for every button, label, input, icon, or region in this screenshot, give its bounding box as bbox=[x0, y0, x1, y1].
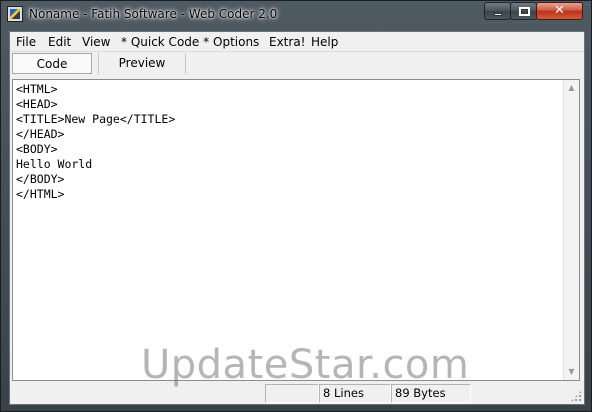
code-line: <HEAD> bbox=[16, 97, 58, 111]
menu-options[interactable]: Options bbox=[213, 34, 259, 50]
menu-file[interactable]: File bbox=[16, 34, 36, 50]
code-line: </BODY> bbox=[16, 172, 65, 186]
code-line: </HEAD> bbox=[16, 127, 65, 141]
code-text[interactable]: <HTML> <HEAD> <TITLE>New Page</TITLE> </HEA… bbox=[16, 82, 175, 202]
maximize-icon bbox=[519, 7, 530, 16]
code-line: Hello World bbox=[16, 157, 93, 171]
tab-code[interactable]: Code bbox=[12, 53, 92, 74]
app-icon[interactable] bbox=[7, 6, 23, 22]
code-line: </HTML> bbox=[16, 187, 65, 201]
minimize-button[interactable] bbox=[484, 2, 511, 20]
menu-extra[interactable]: Extra! bbox=[269, 34, 306, 50]
title-bar[interactable]: Noname - Fatih Software - Web Coder 2.0 … bbox=[1, 1, 591, 31]
close-icon: ✕ bbox=[554, 3, 565, 18]
maximize-button[interactable] bbox=[510, 2, 537, 20]
vertical-scrollbar[interactable]: ▲ ▼ bbox=[563, 80, 579, 380]
close-button[interactable]: ✕ bbox=[536, 2, 583, 20]
watermark: UpdateStar.com bbox=[141, 342, 470, 388]
code-line: <TITLE>New Page</TITLE> bbox=[16, 112, 176, 126]
menu-edit[interactable]: Edit bbox=[48, 34, 71, 50]
menu-view[interactable]: View bbox=[82, 34, 110, 50]
scroll-down-icon[interactable]: ▼ bbox=[564, 364, 579, 380]
tab-bar: Code Preview bbox=[10, 51, 584, 75]
code-line: <BODY> bbox=[16, 142, 58, 156]
code-line: <HTML> bbox=[16, 82, 58, 96]
code-editor[interactable]: <HTML> <HEAD> <TITLE>New Page</TITLE> </HEA… bbox=[12, 79, 580, 381]
menu-bar: File Edit View * Quick Code * Options Ex… bbox=[10, 32, 584, 51]
scroll-up-icon[interactable]: ▲ bbox=[564, 80, 579, 96]
tab-preview[interactable]: Preview bbox=[98, 53, 186, 74]
resize-grip-icon[interactable] bbox=[570, 390, 582, 402]
menu-help[interactable]: Help bbox=[311, 34, 338, 50]
app-window: Noname - Fatih Software - Web Coder 2.0 … bbox=[0, 0, 592, 412]
menu-quick-code[interactable]: * Quick Code * bbox=[121, 34, 209, 50]
minimize-icon bbox=[494, 13, 502, 16]
window-title: Noname - Fatih Software - Web Coder 2.0 bbox=[29, 7, 278, 21]
